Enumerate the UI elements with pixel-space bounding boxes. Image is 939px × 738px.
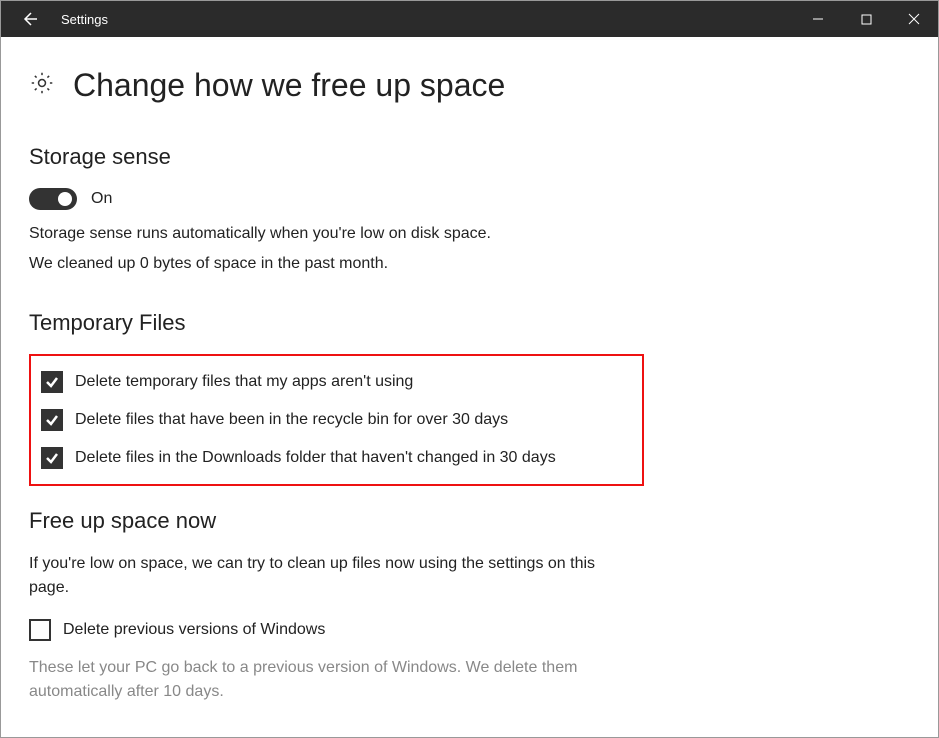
temporary-files-heading: Temporary Files — [29, 310, 910, 336]
storage-sense-desc-2: We cleaned up 0 bytes of space in the pa… — [29, 252, 910, 276]
window-title: Settings — [57, 1, 122, 37]
storage-sense-heading: Storage sense — [29, 144, 910, 170]
temp-files-option-2: Delete files in the Downloads folder tha… — [41, 446, 632, 470]
back-button[interactable] — [1, 1, 57, 37]
close-icon — [908, 13, 920, 25]
toggle-knob — [58, 192, 72, 206]
prev-windows-option: Delete previous versions of Windows — [29, 618, 910, 642]
maximize-button[interactable] — [842, 1, 890, 37]
checkbox-downloads[interactable] — [41, 447, 63, 469]
check-icon — [45, 413, 59, 427]
checkbox-label: Delete files that have been in the recyc… — [75, 408, 508, 432]
checkbox-prev-windows[interactable] — [29, 619, 51, 641]
storage-sense-toggle-row: On — [29, 188, 910, 210]
arrow-left-icon — [20, 10, 38, 28]
page-content: Change how we free up space Storage sens… — [1, 37, 938, 704]
minimize-button[interactable] — [794, 1, 842, 37]
check-icon — [45, 375, 59, 389]
minimize-icon — [812, 13, 824, 25]
checkbox-label: Delete files in the Downloads folder tha… — [75, 446, 556, 470]
storage-sense-section: Storage sense On Storage sense runs auto… — [29, 144, 910, 276]
maximize-icon — [861, 14, 872, 25]
page-header: Change how we free up space — [29, 67, 910, 104]
temp-files-option-0: Delete temporary files that my apps aren… — [41, 370, 632, 394]
temporary-files-section: Temporary Files Delete temporary files t… — [29, 310, 910, 486]
free-up-now-section: Free up space now If you're low on space… — [29, 508, 910, 704]
checkbox-temp-apps[interactable] — [41, 371, 63, 393]
free-up-now-heading: Free up space now — [29, 508, 910, 534]
prev-windows-hint: These let your PC go back to a previous … — [29, 656, 609, 704]
storage-sense-toggle[interactable] — [29, 188, 77, 210]
close-button[interactable] — [890, 1, 938, 37]
page-title: Change how we free up space — [73, 67, 505, 104]
check-icon — [45, 451, 59, 465]
checkbox-label: Delete temporary files that my apps aren… — [75, 370, 413, 394]
gear-icon — [29, 70, 55, 101]
temp-files-option-1: Delete files that have been in the recyc… — [41, 408, 632, 432]
titlebar-spacer — [122, 1, 794, 37]
window-controls — [794, 1, 938, 37]
checkbox-label: Delete previous versions of Windows — [63, 618, 325, 642]
titlebar: Settings — [1, 1, 938, 37]
storage-sense-toggle-label: On — [91, 190, 112, 208]
highlight-box: Delete temporary files that my apps aren… — [29, 354, 644, 486]
storage-sense-desc-1: Storage sense runs automatically when yo… — [29, 222, 910, 246]
checkbox-recycle-bin[interactable] — [41, 409, 63, 431]
free-up-now-desc: If you're low on space, we can try to cl… — [29, 552, 609, 600]
